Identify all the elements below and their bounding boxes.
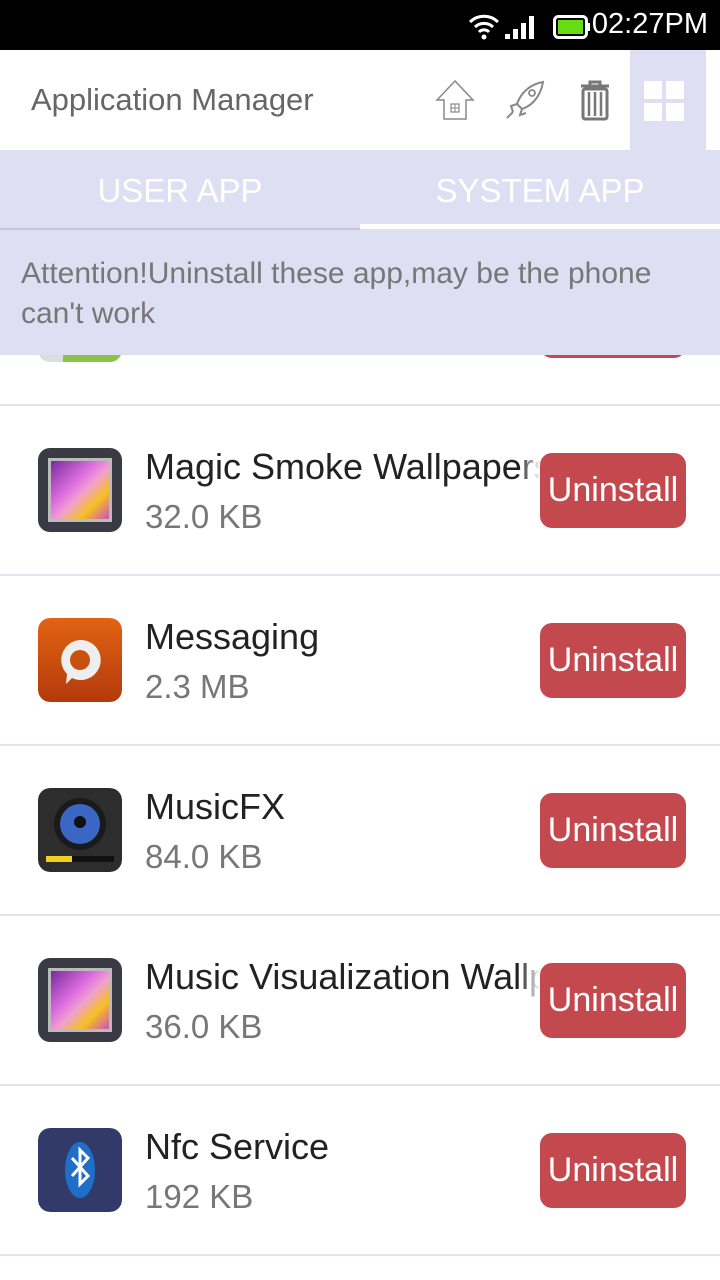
app-name: Music Visualization Wallpapers [145, 956, 540, 997]
rocket-icon[interactable] [503, 78, 547, 122]
grid-icon [644, 81, 684, 121]
tab-user-app[interactable]: USER APP [0, 150, 360, 230]
app-name: MusicFX [145, 786, 286, 827]
speaker-icon [38, 788, 122, 872]
list-item: Messaging 2.3 MB Uninstall [0, 576, 720, 746]
list-item: Magic Smoke Wallpapers 32.0 KB Uninstall [0, 406, 720, 576]
trash-icon[interactable] [573, 78, 617, 122]
uninstall-button[interactable]: Uninstall [540, 793, 686, 868]
list-item: MusicFX 84.0 KB Uninstall [0, 746, 720, 916]
list-item: Music Visualization Wallpapers 36.0 KB U… [0, 916, 720, 1086]
app-name: Messaging [145, 616, 320, 657]
grid-view-button[interactable] [630, 50, 706, 150]
signal-icon [505, 16, 534, 39]
wifi-icon [468, 14, 500, 40]
uninstall-button[interactable]: Uninstall [540, 453, 686, 528]
tab-label: SYSTEM APP [435, 172, 645, 209]
tab-label: USER APP [97, 172, 263, 209]
uninstall-button[interactable]: Uninstall [540, 623, 686, 698]
app-bar: Application Manager [0, 50, 720, 150]
page-title: Application Manager [31, 82, 314, 117]
bluetooth-icon [38, 1128, 122, 1212]
messaging-icon [38, 618, 122, 702]
app-size: 36.0 KB [145, 1008, 263, 1045]
tab-bar: USER APP SYSTEM APP [0, 150, 720, 230]
picture-frame-icon [38, 448, 122, 532]
clock: 02:27PM [591, 8, 708, 40]
uninstall-button[interactable]: Uninstall [540, 1133, 686, 1208]
app-name: Nfc Service [145, 1126, 330, 1167]
app-size: 2.3 MB [145, 668, 250, 705]
warning-banner: Attention!Uninstall these app,may be the… [0, 230, 720, 355]
list-item: Nfc Service 192 KB Uninstall [0, 1086, 720, 1256]
app-name: Magic Smoke Wallpapers [145, 446, 540, 487]
app-size: 32.0 KB [145, 498, 263, 535]
app-size: 192 KB [145, 1178, 254, 1215]
battery-icon [553, 15, 590, 39]
app-size: 84.0 KB [145, 838, 263, 875]
picture-frame-icon [38, 958, 122, 1042]
home-icon[interactable] [433, 78, 477, 122]
uninstall-button[interactable]: Uninstall [540, 963, 686, 1038]
status-bar: 02:27PM [0, 0, 720, 50]
tab-indicator [360, 224, 720, 229]
tab-system-app[interactable]: SYSTEM APP [360, 150, 720, 230]
